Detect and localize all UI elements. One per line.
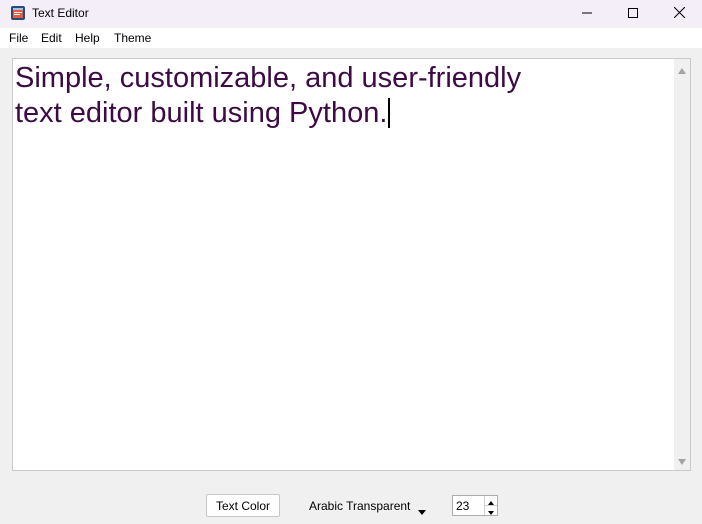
font-family-dropdown[interactable]: Arabic Transparent <box>300 495 438 517</box>
font-family-value: Arabic Transparent <box>309 499 411 513</box>
decrement-button[interactable] <box>485 506 497 515</box>
menu-help[interactable]: Help <box>75 31 100 45</box>
font-size-spinbox[interactable]: 23 <box>452 495 498 516</box>
close-icon <box>673 6 685 21</box>
scroll-down-button[interactable] <box>674 452 690 468</box>
close-button[interactable] <box>656 0 702 26</box>
menu-theme[interactable]: Theme <box>114 31 151 45</box>
font-size-value[interactable]: 23 <box>456 499 469 513</box>
text-area[interactable]: Simple, customizable, and user-friendly … <box>12 58 691 471</box>
editor-text: Simple, customizable, and user-friendly … <box>15 62 522 129</box>
title-bar: Text Editor <box>0 0 702 26</box>
minimize-button[interactable] <box>564 0 610 26</box>
menu-edit[interactable]: Edit <box>41 31 62 45</box>
bottom-toolbar: Text Color Arabic Transparent 23 <box>0 480 702 524</box>
text-color-button[interactable]: Text Color <box>206 494 280 517</box>
maximize-button[interactable] <box>610 0 656 26</box>
editor-content[interactable]: Simple, customizable, and user-friendly … <box>15 61 665 131</box>
spin-buttons <box>484 496 497 515</box>
triangle-down-icon <box>678 453 686 468</box>
minimize-icon <box>582 6 592 21</box>
vertical-scrollbar[interactable] <box>674 59 690 470</box>
text-caret <box>388 98 391 128</box>
menu-bar: File Edit Help Theme <box>0 28 702 48</box>
maximize-icon <box>628 6 638 21</box>
notepad-icon <box>10 5 26 21</box>
triangle-up-icon <box>678 62 686 77</box>
text-editor-window: Text Editor File Edit Help Theme Simple,… <box>0 0 702 524</box>
window-title: Text Editor <box>32 6 89 20</box>
spin-down-icon <box>488 503 494 518</box>
scroll-up-button[interactable] <box>674 61 690 77</box>
dropdown-arrow-icon <box>418 503 426 518</box>
menu-file[interactable]: File <box>9 31 28 45</box>
